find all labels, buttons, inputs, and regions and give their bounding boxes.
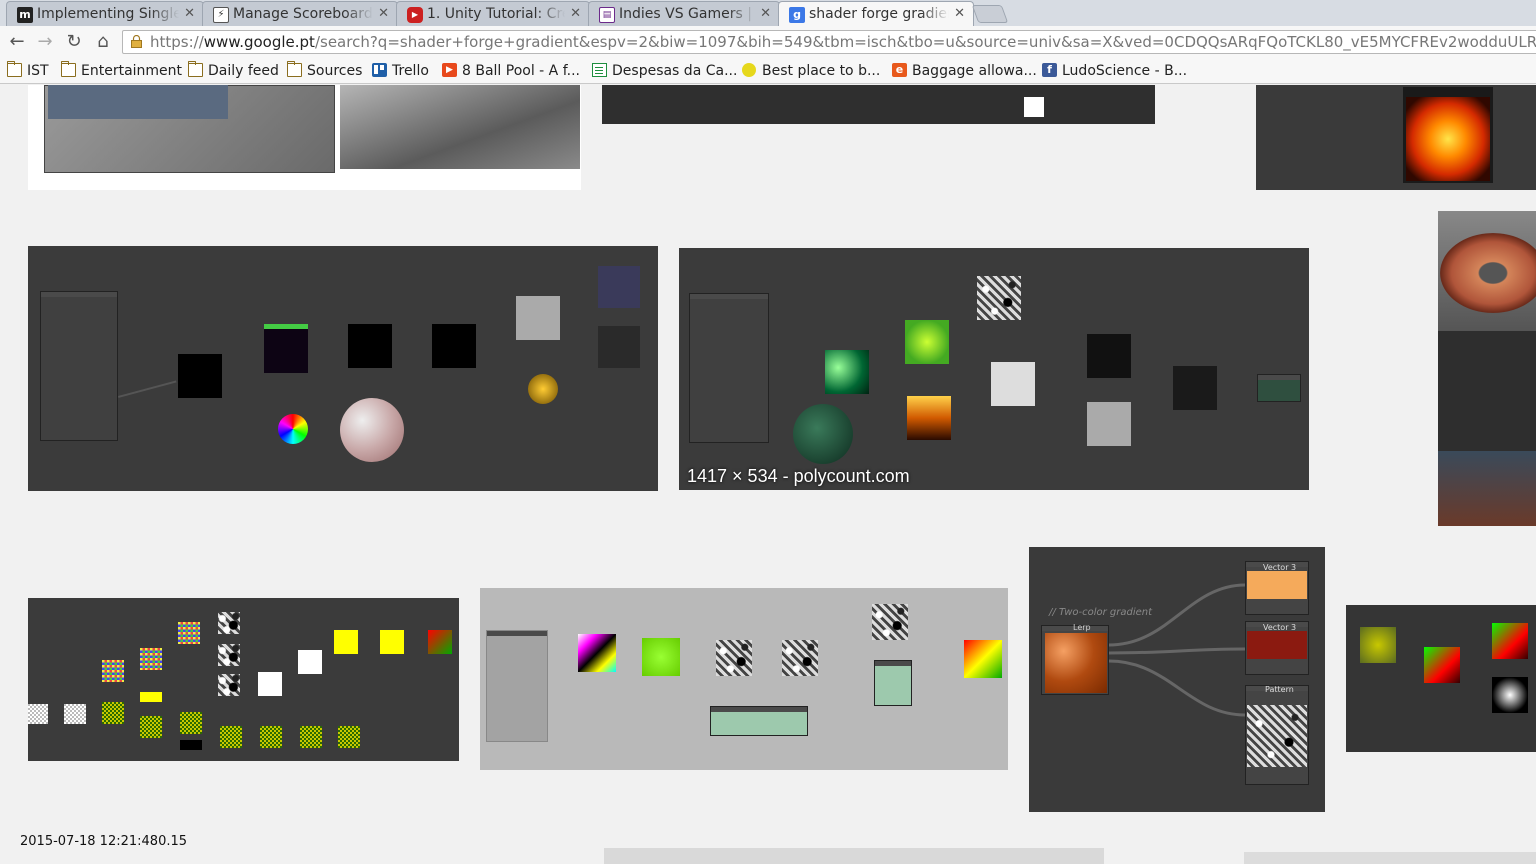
close-icon[interactable]: ✕ — [184, 6, 195, 21]
indies-icon: ▤ — [599, 7, 615, 23]
tab-indies-vs-gamers[interactable]: ▤ Indies VS Gamers | G ✕ — [588, 1, 780, 26]
bookmarks-bar: IST Entertainment Daily feed Sources Tre… — [0, 58, 1536, 84]
lock-icon — [131, 35, 142, 48]
m-favicon-icon: m — [17, 7, 33, 23]
image-result-tile[interactable] — [1244, 852, 1536, 864]
youtube-icon: ▶ — [407, 7, 423, 23]
bookmark-label: Trello — [392, 63, 429, 79]
smiley-icon — [742, 63, 756, 77]
bookmark-label: IST — [27, 63, 49, 79]
lerp-node-label: Lerp — [1073, 623, 1091, 632]
new-tab-button[interactable] — [971, 5, 1009, 23]
folder-icon — [61, 61, 76, 77]
url-scheme: https:// — [150, 33, 204, 51]
tab-strip: m Implementing Single ✕ ⚡ Manage Scorebo… — [0, 0, 1536, 26]
image-result-tile[interactable] — [480, 588, 1008, 770]
image-result-tile[interactable]: 1417 × 534 - polycount.com — [679, 248, 1309, 490]
tab-title: Implementing Single — [37, 6, 179, 22]
url-path: /search?q=shader+forge+gradient&espv=2&b… — [314, 33, 1536, 51]
folder-icon — [287, 61, 302, 77]
tab-shader-forge-gradient[interactable]: g shader forge gradien ✕ — [778, 1, 974, 26]
close-icon[interactable]: ✕ — [570, 6, 581, 21]
bookmark-label: 8 Ball Pool - A f... — [462, 63, 580, 79]
folder-icon — [7, 61, 22, 77]
tab-title: 1. Unity Tutorial: Cre — [427, 6, 565, 22]
image-result-tile[interactable] — [1438, 211, 1536, 526]
bookmark-label: Best place to b... — [762, 63, 881, 79]
close-icon[interactable]: ✕ — [378, 6, 389, 21]
folder-icon — [188, 61, 203, 77]
bookmark-label: Daily feed — [208, 63, 279, 79]
bookmark-label: Despesas da Ca... — [612, 63, 738, 79]
image-result-tile[interactable] — [604, 848, 1104, 864]
image-result-tile[interactable] — [28, 598, 459, 761]
bookmark-label: LudoScience - B... — [1062, 63, 1188, 79]
facebook-icon: f — [1042, 63, 1057, 77]
sheets-icon — [592, 63, 607, 77]
pattern-label: Pattern — [1265, 685, 1294, 694]
url-text: https://www.google.pt/search?q=shader+fo… — [150, 33, 1536, 51]
scoreboard-icon: ⚡ — [213, 7, 229, 23]
url-host: www.google.pt — [203, 33, 315, 51]
tab-unity-tutorial[interactable]: ▶ 1. Unity Tutorial: Cre ✕ — [396, 1, 590, 26]
image-results-grid: 1417 × 534 - polycount.com // Two-color … — [0, 85, 1536, 864]
tab-title: shader forge gradien — [809, 6, 949, 22]
image-result-tile[interactable] — [28, 246, 658, 491]
image-result-tile[interactable] — [28, 85, 581, 190]
image-dimensions-caption: 1417 × 534 - polycount.com — [687, 466, 910, 486]
play-icon: ▶ — [442, 63, 457, 77]
back-arrow-icon[interactable]: ← — [6, 31, 28, 53]
image-result-tile[interactable]: // Two-color gradient Lerp Vector 3 Vect… — [1029, 547, 1325, 812]
image-result-tile[interactable] — [1256, 85, 1536, 190]
trello-icon — [372, 63, 387, 77]
image-result-tile[interactable] — [1346, 605, 1536, 752]
google-icon: g — [789, 7, 805, 23]
forward-arrow-icon[interactable]: → — [34, 31, 56, 53]
bookmark-label: Baggage allowa... — [912, 63, 1037, 79]
tab-title: Indies VS Gamers | G — [619, 6, 755, 22]
tab-title: Manage Scoreboard — [233, 6, 373, 22]
bookmark-label: Sources — [307, 63, 363, 79]
timestamp-overlay: 2015-07-18 12:21:480.15 — [20, 834, 188, 849]
node-wires — [1109, 583, 1246, 717]
image-result-tile[interactable] — [602, 85, 1155, 124]
close-icon[interactable]: ✕ — [954, 6, 965, 21]
tab-manage-scoreboard[interactable]: ⚡ Manage Scoreboard ✕ — [202, 1, 398, 26]
close-icon[interactable]: ✕ — [760, 6, 771, 21]
address-bar[interactable]: https://www.google.pt/search?q=shader+fo… — [122, 30, 1536, 54]
home-icon[interactable]: ⌂ — [92, 31, 114, 53]
reload-icon[interactable]: ↻ — [63, 31, 85, 53]
e-icon: e — [892, 63, 907, 77]
bookmark-label: Entertainment — [81, 63, 183, 79]
tab-implementing-single[interactable]: m Implementing Single ✕ — [6, 1, 204, 26]
